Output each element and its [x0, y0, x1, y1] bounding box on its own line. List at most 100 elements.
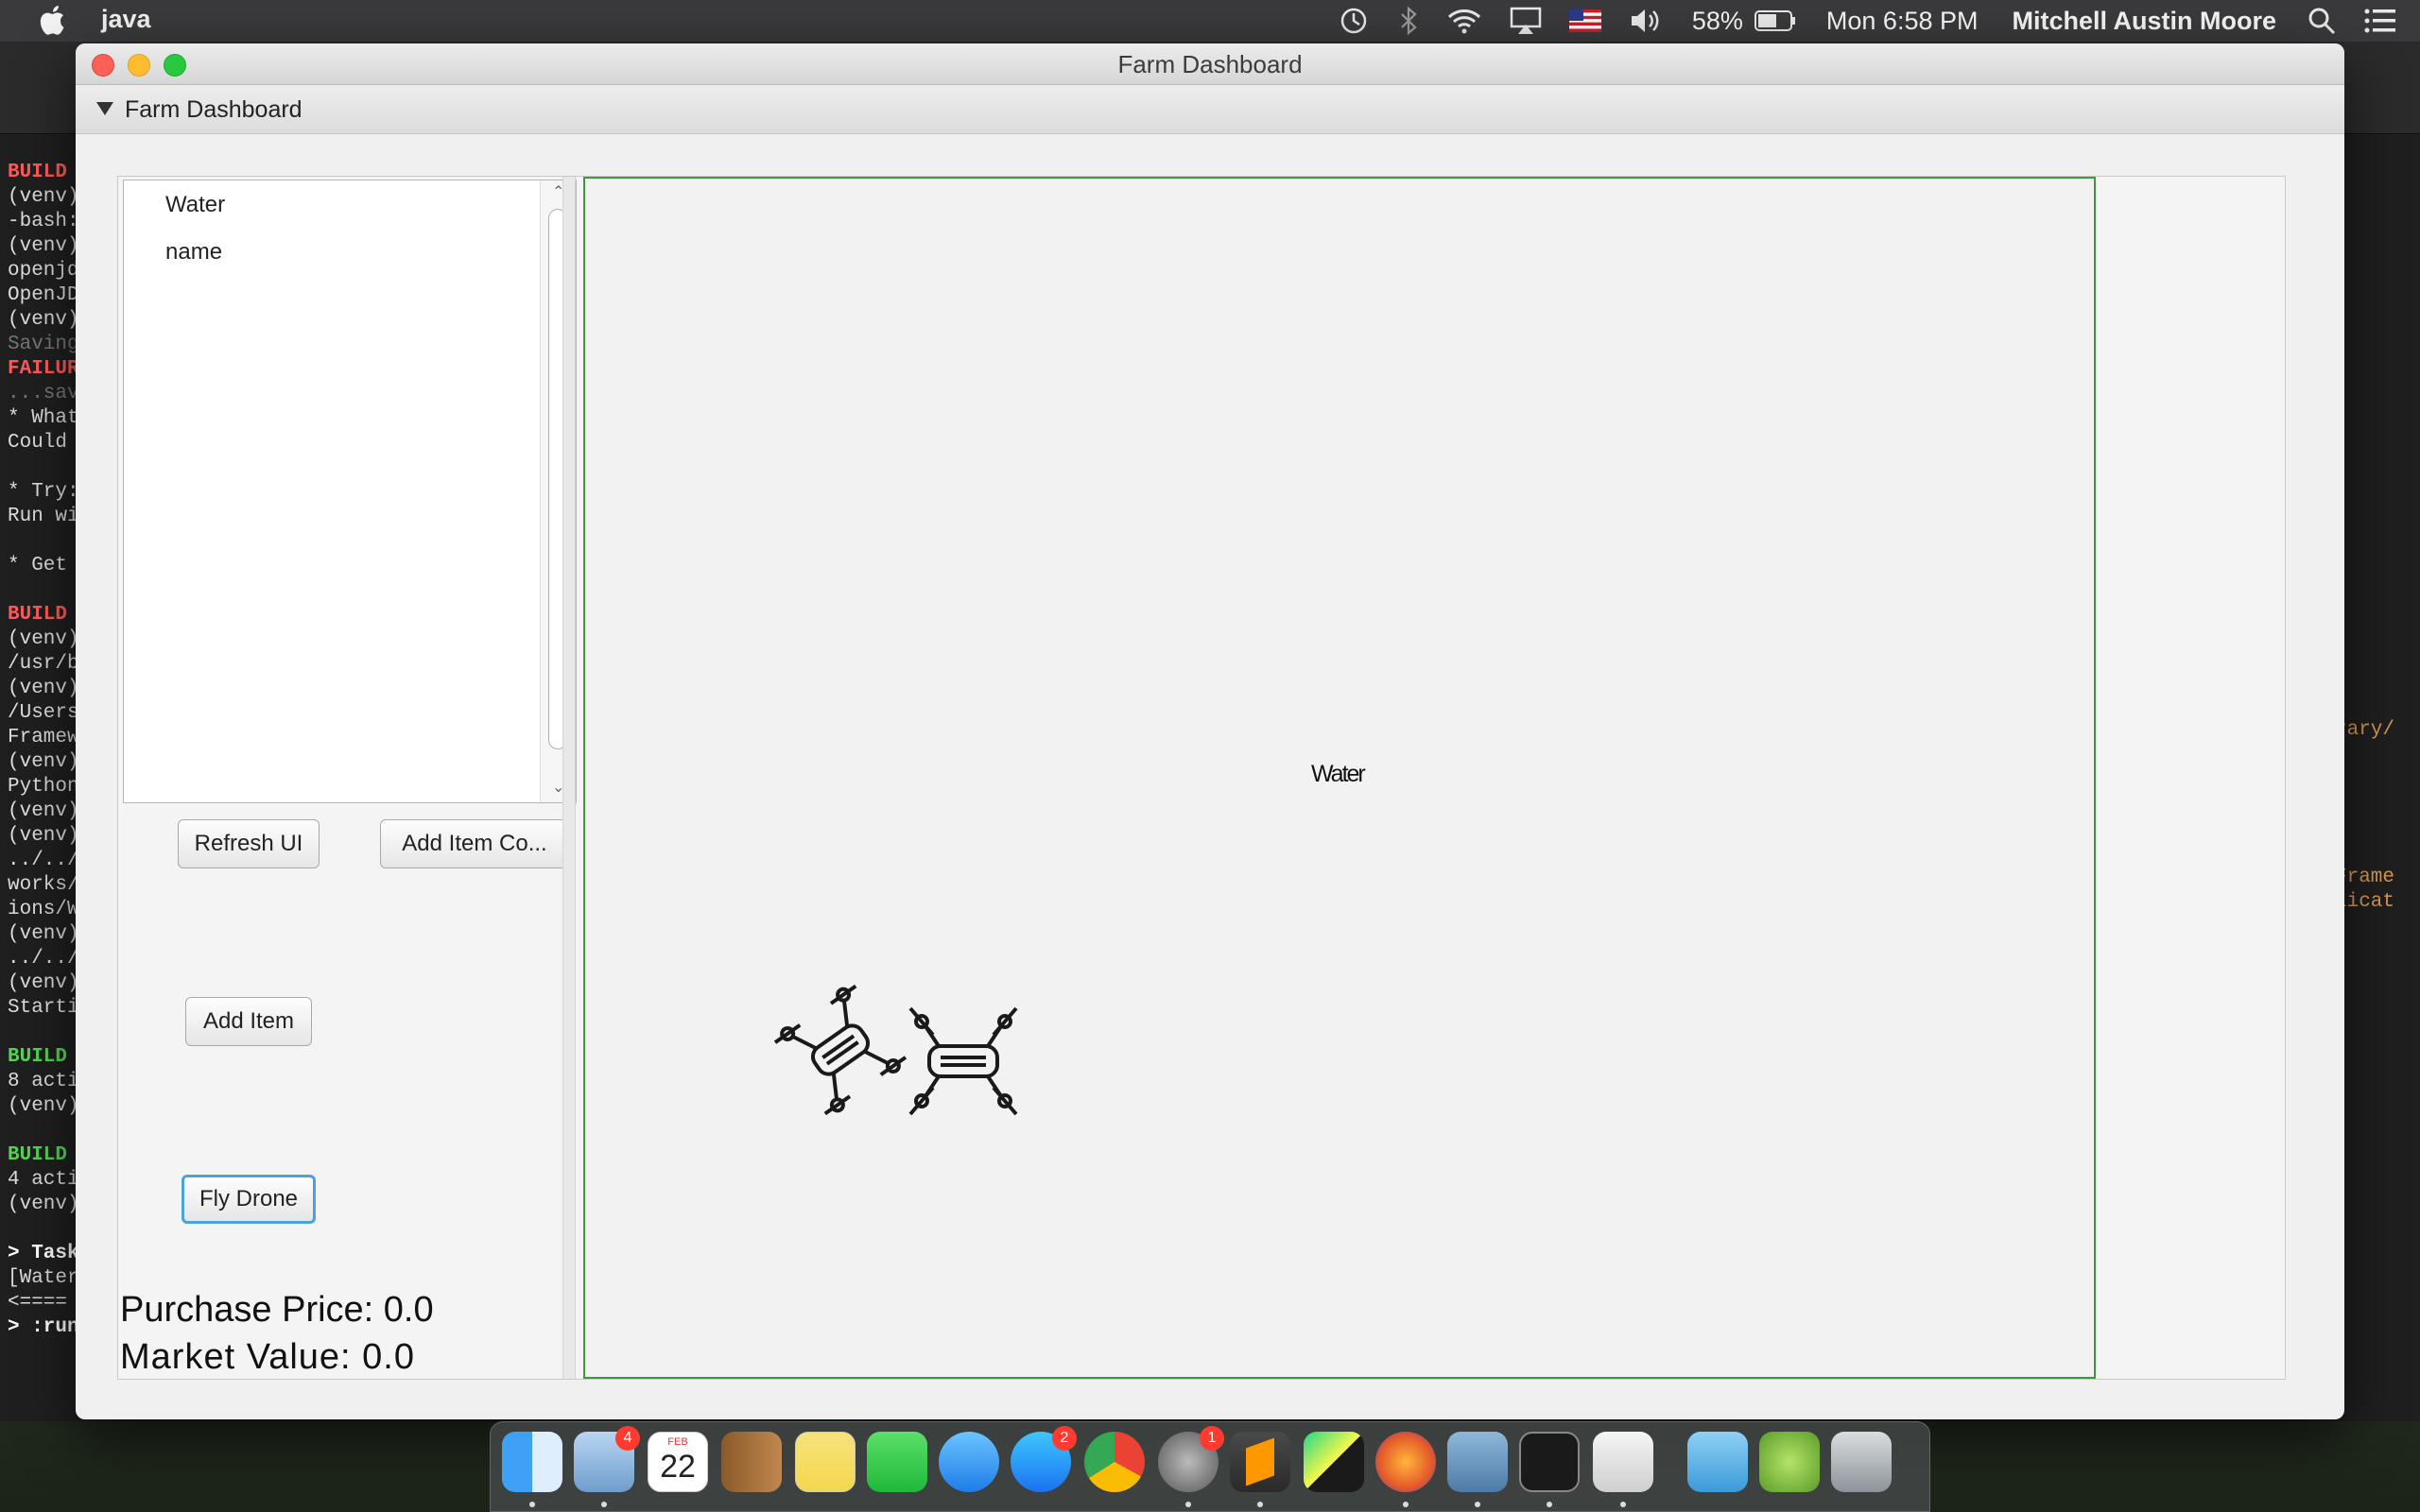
running-indicator [1475, 1502, 1480, 1507]
mail-badge: 4 [615, 1426, 640, 1451]
terminal-line: ../../ [8, 948, 79, 970]
notes-icon[interactable] [795, 1432, 856, 1492]
terminal-line: Saving [8, 334, 79, 355]
refresh-ui-button[interactable]: Refresh UI [178, 819, 320, 868]
terminal-line: Run wi [8, 506, 79, 527]
us-flag-icon[interactable] [1568, 9, 1601, 32]
active-app-name[interactable]: java [101, 5, 151, 34]
window-title: Farm Dashboard [1117, 50, 1303, 78]
apple-icon[interactable] [38, 4, 66, 36]
battery-icon[interactable] [1754, 9, 1796, 32]
terminal-line: (venv) [8, 1095, 79, 1117]
canvas-item-label: Water [1311, 761, 1366, 787]
running-indicator [1547, 1502, 1552, 1507]
sublime-text-icon[interactable] [1230, 1432, 1290, 1492]
airplay-icon[interactable] [1509, 6, 1543, 36]
terminal-line: /usr/b [8, 653, 79, 675]
terminal-line: 4 acti [8, 1169, 79, 1191]
window-titlebar[interactable]: Farm Dashboard [76, 43, 2344, 85]
running-indicator [601, 1502, 607, 1507]
calendar-month: FEB [667, 1436, 688, 1448]
terminal-line: * Try: [8, 481, 79, 503]
running-indicator [1185, 1502, 1191, 1507]
terminal-line: (venv) [8, 825, 79, 847]
bluetooth-icon[interactable] [1397, 4, 1420, 38]
terminal-line: * Get [8, 555, 68, 576]
terminal-line: > :run [8, 1316, 79, 1338]
terminal-line: ions/W [8, 899, 79, 920]
firefox-icon[interactable] [1375, 1432, 1436, 1492]
calendar-day: 22 [660, 1449, 696, 1485]
collapse-triangle-icon[interactable] [96, 102, 113, 115]
terminal-line: BUILD [8, 1144, 68, 1166]
terminal-line: BUILD [8, 162, 68, 183]
terminal-line: (venv) [8, 923, 79, 945]
terminal-line: Starti [8, 997, 79, 1019]
split-divider[interactable] [562, 177, 576, 1379]
fly-drone-button[interactable]: Fly Drone [182, 1175, 316, 1224]
add-item-button[interactable]: Add Item [185, 997, 312, 1046]
terminal-line: FAILUR [8, 358, 79, 380]
terminal-line: (venv) [8, 1194, 79, 1215]
time-machine-icon[interactable] [1337, 4, 1371, 38]
finder-icon[interactable] [502, 1432, 562, 1492]
user-name[interactable]: Mitchell Austin Moore [2012, 7, 2276, 36]
minimize-window-button[interactable] [128, 54, 150, 77]
pane-title: Farm Dashboard [125, 96, 302, 123]
terminal-line: [Water [8, 1267, 79, 1289]
terminal-line: (venv) [8, 235, 79, 257]
list-item[interactable]: name [165, 239, 222, 266]
pycharm-icon[interactable] [1304, 1432, 1364, 1492]
trash-icon[interactable] [1831, 1432, 1892, 1492]
preview-icon[interactable] [1447, 1432, 1508, 1492]
folder-icon[interactable] [1687, 1432, 1748, 1492]
terminal-line: * What [8, 407, 79, 429]
list-item[interactable]: Water [165, 192, 225, 218]
terminal-line: OpenJD [8, 284, 79, 306]
running-indicator [529, 1502, 535, 1507]
terminal-line: BUILD [8, 1046, 68, 1068]
calendar-icon[interactable]: FEB 22 [648, 1432, 708, 1492]
farm-dashboard-window: Farm Dashboard Farm Dashboard Water name… [76, 43, 2344, 1419]
terminal-line: (venv) [8, 678, 79, 699]
terminal-line: (venv) [8, 309, 79, 331]
android-icon[interactable] [1759, 1432, 1820, 1492]
add-item-co-button[interactable]: Add Item Co... [380, 819, 569, 868]
spotlight-search-icon[interactable] [2307, 6, 2337, 36]
dock: 4 FEB 22 2 1 [490, 1421, 1930, 1512]
java-coffee-cup-icon[interactable] [1593, 1432, 1653, 1492]
market-value-label: Market Value: 0.0 [120, 1337, 416, 1377]
drone-icon [774, 984, 1018, 1116]
terminal-line: ...sav [8, 383, 79, 404]
messages-icon[interactable] [939, 1432, 999, 1492]
contacts-icon[interactable] [721, 1432, 782, 1492]
volume-icon[interactable] [1628, 6, 1662, 36]
chrome-icon[interactable] [1084, 1432, 1145, 1492]
terminal-output: BUILD (venv) -bash: (venv) openjd OpenJD (venv… [8, 161, 79, 1340]
titled-pane-header[interactable]: Farm Dashboard [76, 85, 2344, 134]
wifi-icon[interactable] [1446, 6, 1482, 36]
notification-center-icon[interactable] [2363, 8, 2397, 34]
terminal-line: (venv) [8, 751, 79, 773]
facetime-icon[interactable] [867, 1432, 927, 1492]
terminal-line: -bash: [8, 211, 79, 232]
purchase-price-label: Purchase Price: 0.0 [120, 1290, 434, 1330]
close-window-button[interactable] [92, 54, 114, 77]
menu-bar: java 58% Mon 6:58 PM Mitchell Austin Moo… [0, 0, 2420, 42]
farm-canvas[interactable]: Water [583, 177, 2096, 1379]
menu-clock[interactable]: Mon 6:58 PM [1826, 7, 1979, 36]
item-list[interactable]: Water name ⌃ ⌄ [123, 180, 577, 803]
terminal-line: Framew [8, 727, 79, 748]
terminal-line: Could [8, 432, 68, 454]
dashboard-content: Water name ⌃ ⌄ Refresh UI Add Item Co...… [117, 176, 2286, 1380]
maximize-window-button[interactable] [164, 54, 186, 77]
battery-percentage[interactable]: 58% [1692, 7, 1743, 36]
terminal-icon[interactable] [1519, 1432, 1580, 1492]
terminal-line: works/ [8, 874, 79, 896]
terminal-line: (venv) [8, 186, 79, 208]
